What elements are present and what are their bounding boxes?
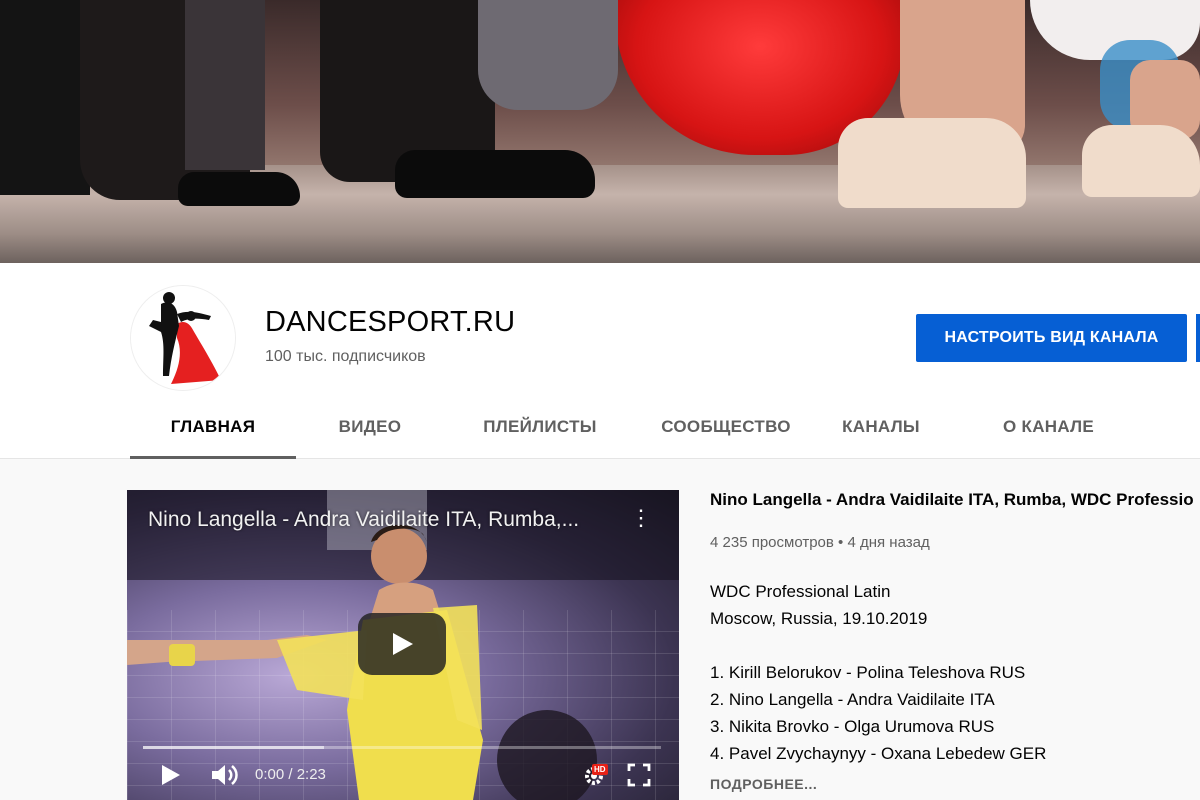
banner-shoe: [1082, 125, 1200, 197]
time-display: 0:00 / 2:23: [255, 766, 326, 783]
channel-tabs: ГЛАВНАЯ ВИДЕО ПЛЕЙЛИСТЫ СООБЩЕСТВО КАНАЛ…: [130, 400, 1151, 459]
description-line: Moscow, Russia, 19.10.2019: [710, 609, 928, 628]
description-line: [710, 632, 1046, 659]
play-icon: [393, 633, 413, 655]
big-play-button[interactable]: [358, 613, 446, 675]
read-more-link[interactable]: ПОДРОБНЕЕ...: [710, 776, 817, 792]
banner-shoe: [395, 150, 595, 198]
player-title[interactable]: Nino Langella - Andra Vaidilaite ITA, Ru…: [148, 508, 618, 532]
fullscreen-icon[interactable]: [627, 763, 651, 787]
channel-name: DANCESPORT.RU: [265, 306, 516, 338]
play-icon[interactable]: [160, 762, 182, 788]
description-line: 1. Kirill Belorukov - Polina Teleshova R…: [710, 663, 1026, 682]
banner-leg: [185, 0, 265, 170]
hd-badge: HD: [592, 764, 608, 775]
tab-playlists[interactable]: ПЛЕЙЛИСТЫ: [444, 400, 636, 456]
dancers-logo-icon: [131, 286, 235, 390]
banner-shoe: [178, 172, 300, 206]
volume-icon[interactable]: [210, 762, 240, 788]
description-line: 3. Nikita Brovko - Olga Urumova RUS: [710, 717, 995, 736]
tab-community[interactable]: СООБЩЕСТВО: [636, 400, 816, 456]
banner-leg: [0, 0, 90, 195]
progress-bar[interactable]: [143, 746, 661, 749]
description-line: 2. Nino Langella - Andra Vaidilaite ITA: [710, 690, 995, 709]
video-description: WDC Professional Latin Moscow, Russia, 1…: [710, 578, 1046, 767]
tab-channels[interactable]: КАНАЛЫ: [816, 400, 946, 456]
manage-videos-button[interactable]: [1196, 314, 1200, 362]
banner-skirt: [478, 0, 618, 110]
subscriber-count: 100 тыс. подписчиков: [265, 348, 426, 365]
description-line: WDC Professional Latin: [710, 582, 891, 601]
channel-banner: [0, 0, 1200, 263]
tab-home[interactable]: ГЛАВНАЯ: [130, 400, 296, 459]
tab-videos[interactable]: ВИДЕО: [296, 400, 444, 456]
tab-about[interactable]: О КАНАЛЕ: [946, 400, 1151, 456]
banner-shoe: [838, 118, 1026, 208]
video-meta: 4 235 просмотров • 4 дня назад: [710, 534, 930, 551]
customize-channel-button[interactable]: НАСТРОИТЬ ВИД КАНАЛА: [916, 314, 1187, 362]
video-title-link[interactable]: Nino Langella - Andra Vaidilaite ITA, Ru…: [710, 490, 1200, 510]
progress-buffered: [143, 746, 325, 749]
channel-avatar[interactable]: [130, 285, 236, 391]
description-line: 4. Pavel Zvychaynyy - Oxana Lebedew GER: [710, 744, 1047, 763]
more-options-icon[interactable]: ⋮: [630, 505, 652, 531]
